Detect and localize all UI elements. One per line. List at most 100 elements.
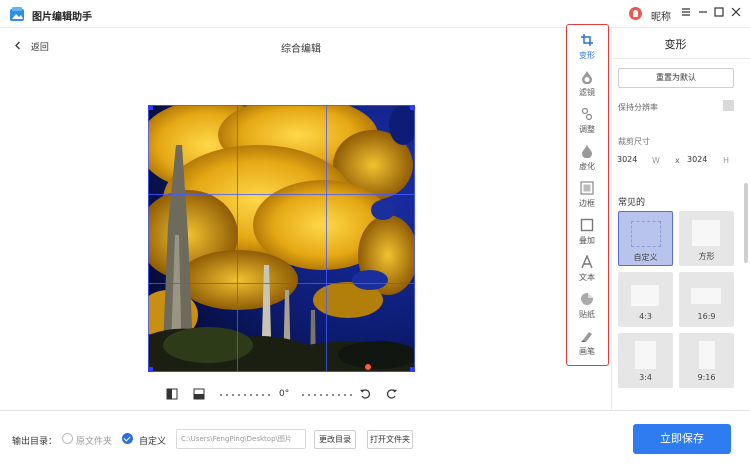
tool-label: 贴纸: [579, 310, 595, 319]
tool-label: 滤镜: [579, 88, 595, 97]
tool-label: 叠加: [579, 236, 595, 245]
preset-custom[interactable]: 自定义: [618, 211, 673, 266]
tool-filter[interactable]: 滤镜: [567, 70, 607, 106]
crop-handle-bottom-right[interactable]: [410, 367, 415, 372]
tool-strip: 变形 滤镜 调整 虚化 边框 叠加 文本 贴纸 画笔: [566, 24, 609, 366]
preset-square[interactable]: 方形: [679, 211, 734, 266]
height-unit: H: [723, 156, 730, 165]
reset-default-button[interactable]: 重置为默认: [618, 68, 734, 88]
tool-blur[interactable]: 虚化: [567, 144, 607, 180]
tool-brush[interactable]: 画笔: [567, 329, 607, 365]
photo-canvas[interactable]: [148, 105, 415, 372]
rotate-value: 0°: [279, 389, 290, 399]
preset-thumbnail: [631, 221, 661, 247]
transform-panel: 变形 重置为默认 保持分辨率 裁剪尺寸 3024 W x 3024 H 常见的 …: [611, 28, 750, 410]
preset-label: 方形: [698, 252, 715, 261]
crop-handle-bottom-left[interactable]: [148, 367, 153, 372]
times-label: x: [675, 156, 680, 165]
panel-scrollbar[interactable]: [744, 183, 748, 263]
back-label: 返回: [30, 43, 49, 53]
crop-border-right: [414, 105, 415, 372]
original-folder-radio[interactable]: [62, 433, 73, 444]
open-folder-button[interactable]: 打开文件夹: [367, 430, 413, 449]
output-path-input[interactable]: [176, 429, 306, 449]
keep-resolution-checkbox[interactable]: [723, 100, 734, 111]
preset-4-3[interactable]: 4:3: [618, 272, 673, 327]
brush-icon: [581, 332, 592, 342]
tool-label: 文本: [579, 273, 595, 282]
border-icon: [580, 181, 594, 195]
crop-grid-line: [326, 105, 327, 372]
maximize-icon[interactable]: [710, 4, 728, 22]
preset-label: 4:3: [639, 312, 652, 321]
crop-border-bottom: [148, 371, 415, 372]
tool-label: 画笔: [579, 347, 595, 356]
preset-thumbnail: [691, 288, 721, 304]
tool-label: 边框: [579, 199, 595, 208]
tool-text[interactable]: 文本: [567, 255, 607, 291]
preset-thumbnail: [631, 285, 659, 306]
tool-label: 调整: [579, 125, 595, 134]
crop-handle-top-left[interactable]: [148, 105, 153, 110]
rotate-slider-left[interactable]: [218, 394, 270, 396]
tool-label: 虚化: [579, 162, 595, 171]
tool-transform[interactable]: 变形: [567, 33, 607, 69]
page-title: 综合编辑: [281, 44, 321, 55]
menu-icon[interactable]: [677, 4, 695, 22]
bottom-bar: 输出目录： 原文件夹 自定义 更改目录 打开文件夹 立即保存: [0, 410, 750, 465]
original-folder-label[interactable]: 原文件夹: [76, 434, 112, 447]
crop-border-top: [148, 105, 415, 106]
tool-adjust[interactable]: 调整: [567, 107, 607, 143]
avatar[interactable]: [629, 7, 642, 20]
text-icon: [581, 255, 593, 269]
preset-3-4[interactable]: 3:4: [618, 333, 673, 388]
overlay-icon: [580, 218, 594, 232]
tool-sticker[interactable]: 贴纸: [567, 292, 607, 328]
adjust-icon: [581, 107, 593, 121]
tool-label: 变形: [579, 51, 595, 60]
tool-border[interactable]: 边框: [567, 181, 607, 217]
crop-handle-top-right[interactable]: [410, 105, 415, 110]
flip-vertical-icon[interactable]: [193, 388, 205, 400]
flip-horizontal-icon[interactable]: [166, 388, 178, 400]
rotate-left-icon[interactable]: [359, 388, 371, 400]
app-logo-icon: [10, 7, 24, 21]
preset-label: 16:9: [697, 312, 716, 321]
rotate-right-icon[interactable]: [386, 388, 398, 400]
crop-size-label: 裁剪尺寸: [618, 137, 650, 146]
preset-16-9[interactable]: 16:9: [679, 272, 734, 327]
ginkgo-tree-photo: [148, 105, 415, 372]
edit-controls: 0°: [160, 385, 410, 405]
rotate-slider-right[interactable]: [300, 394, 352, 396]
crop-grid-line: [237, 105, 238, 372]
preset-thumbnail: [635, 341, 656, 369]
preset-thumbnail: [692, 220, 720, 246]
title-bar: 图片编辑助手 昵称: [0, 0, 750, 28]
common-presets-label: 常见的: [618, 198, 646, 208]
tool-overlay[interactable]: 叠加: [567, 218, 607, 254]
preset-label: 3:4: [639, 373, 652, 382]
divider: [612, 58, 750, 59]
output-directory-label: 输出目录：: [12, 437, 58, 447]
nickname[interactable]: 昵称: [651, 8, 671, 23]
keep-resolution-label: 保持分辨率: [618, 103, 658, 112]
crop-grid-line: [148, 194, 415, 195]
back-button[interactable]: 返回: [14, 40, 49, 53]
crop-grid-line: [148, 283, 415, 284]
filter-icon: [582, 71, 592, 84]
chevron-left-icon: [14, 41, 22, 53]
panel-title: 变形: [664, 38, 687, 51]
preset-9-16[interactable]: 9:16: [679, 333, 734, 388]
change-directory-button[interactable]: 更改目录: [314, 430, 356, 449]
app-title: 图片编辑助手: [32, 12, 92, 23]
close-icon[interactable]: [727, 4, 745, 22]
crop-icon: [581, 34, 593, 46]
crop-border-left: [148, 105, 149, 372]
custom-folder-label[interactable]: 自定义: [139, 434, 166, 447]
width-unit: W: [652, 156, 660, 165]
blur-icon: [582, 145, 592, 158]
preset-thumbnail: [699, 341, 715, 369]
save-now-button[interactable]: 立即保存: [633, 424, 731, 454]
custom-folder-radio[interactable]: [122, 433, 133, 444]
preset-label: 自定义: [633, 253, 658, 262]
